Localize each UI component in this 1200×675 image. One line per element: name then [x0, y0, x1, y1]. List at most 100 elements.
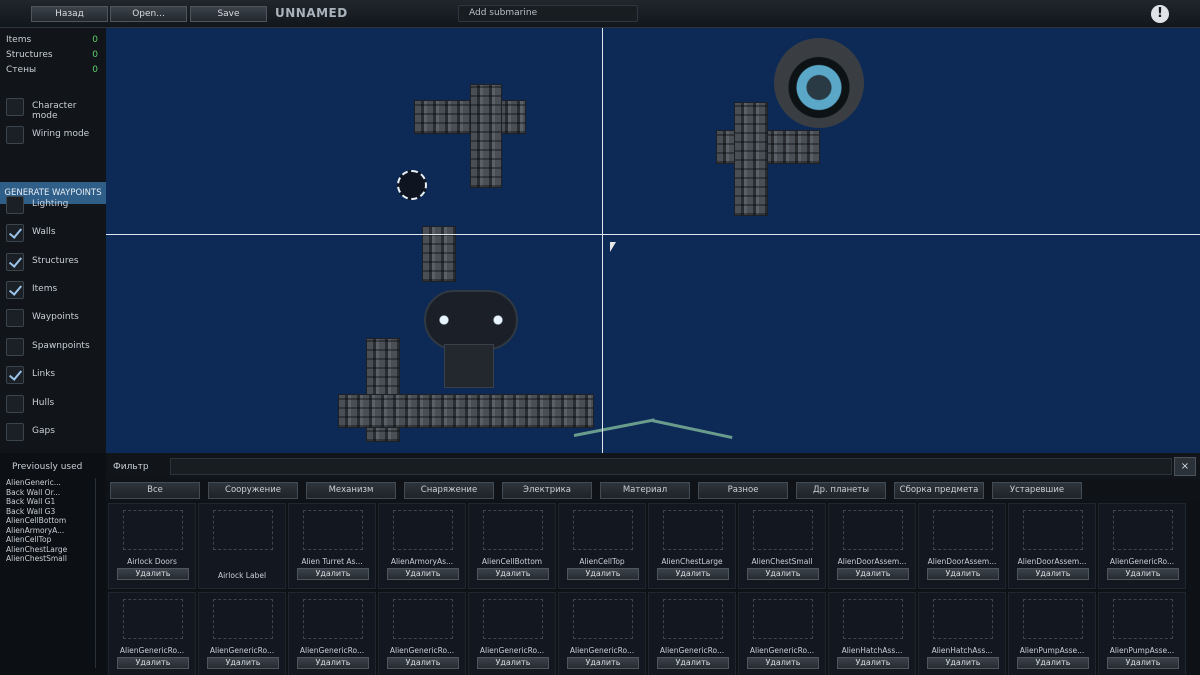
delete-button[interactable]: Удалить: [1107, 568, 1179, 580]
alien-machine[interactable]: [424, 290, 518, 350]
item-card[interactable]: AlienPumpAsse... Удалить: [1008, 592, 1096, 675]
wiring-mode-toggle[interactable]: Wiring mode: [6, 126, 104, 144]
structures-toggle[interactable]: Structures: [6, 253, 104, 271]
delete-button[interactable]: Удалить: [747, 657, 819, 669]
item-card[interactable]: AlienDoorAssem... Удалить: [918, 503, 1006, 589]
delete-button[interactable]: Удалить: [927, 568, 999, 580]
list-item[interactable]: AlienArmoryA...: [6, 526, 96, 536]
delete-button[interactable]: Удалить: [477, 657, 549, 669]
item-card[interactable]: AlienChestSmall Удалить: [738, 503, 826, 589]
waypoint-marker[interactable]: [397, 170, 427, 200]
delete-button[interactable]: Удалить: [1107, 657, 1179, 669]
delete-button[interactable]: Удалить: [567, 568, 639, 580]
editor-canvas[interactable]: [106, 28, 1200, 453]
tab-all[interactable]: Все: [110, 482, 200, 499]
gaps-checkbox[interactable]: [6, 423, 24, 441]
item-card[interactable]: AlienDoorAssem... Удалить: [828, 503, 916, 589]
clear-filter-button[interactable]: ×: [1174, 457, 1196, 476]
lighting-checkbox[interactable]: [6, 196, 24, 214]
item-card[interactable]: AlienGenericRo... Удалить: [558, 592, 646, 675]
wiring-mode-checkbox[interactable]: [6, 126, 24, 144]
links-checkbox[interactable]: [6, 366, 24, 384]
filter-input[interactable]: [170, 458, 1172, 475]
item-card[interactable]: AlienGenericRo... Удалить: [378, 592, 466, 675]
delete-button[interactable]: Удалить: [1017, 657, 1089, 669]
list-item[interactable]: Back Wall Or...: [6, 488, 96, 498]
structure-block[interactable]: [716, 130, 820, 164]
previously-used-scrollbar[interactable]: [95, 478, 103, 668]
tab-equipment[interactable]: Снаряжение: [404, 482, 494, 499]
waypoints-checkbox[interactable]: [6, 309, 24, 327]
structure-block[interactable]: [338, 394, 594, 428]
delete-button[interactable]: Удалить: [387, 568, 459, 580]
structure-block[interactable]: [734, 102, 768, 216]
item-card[interactable]: Airlock Doors Удалить: [108, 503, 196, 589]
tab-alien[interactable]: Др. планеты: [796, 482, 886, 499]
delete-button[interactable]: Удалить: [927, 657, 999, 669]
item-card[interactable]: AlienDoorAssem... Удалить: [1008, 503, 1096, 589]
item-card[interactable]: AlienGenericRo... Удалить: [738, 592, 826, 675]
items-toggle[interactable]: Items: [6, 281, 104, 299]
list-item[interactable]: AlienGeneric...: [6, 478, 96, 488]
delete-button[interactable]: Удалить: [747, 568, 819, 580]
alien-machine-base[interactable]: [444, 344, 494, 388]
tab-legacy[interactable]: Устаревшие: [992, 482, 1082, 499]
item-card[interactable]: AlienChestLarge Удалить: [648, 503, 736, 589]
delete-button[interactable]: Удалить: [1017, 568, 1089, 580]
spawnpoints-checkbox[interactable]: [6, 338, 24, 356]
list-item[interactable]: AlienChestSmall: [6, 554, 96, 564]
item-card[interactable]: AlienGenericRo... Удалить: [468, 592, 556, 675]
item-card[interactable]: AlienCellTop Удалить: [558, 503, 646, 589]
item-card[interactable]: AlienGenericRo... Удалить: [108, 592, 196, 675]
walls-checkbox[interactable]: [6, 224, 24, 242]
list-item[interactable]: AlienChestLarge: [6, 545, 96, 555]
structures-checkbox[interactable]: [6, 253, 24, 271]
delete-button[interactable]: Удалить: [567, 657, 639, 669]
tab-electrical[interactable]: Электрика: [502, 482, 592, 499]
delete-button[interactable]: Удалить: [837, 568, 909, 580]
item-card[interactable]: AlienArmoryAs... Удалить: [378, 503, 466, 589]
item-card[interactable]: AlienCellBottom Удалить: [468, 503, 556, 589]
tab-material[interactable]: Материал: [600, 482, 690, 499]
item-card[interactable]: AlienGenericRo... Удалить: [198, 592, 286, 675]
alert-icon[interactable]: !: [1151, 5, 1169, 23]
item-card[interactable]: AlienHatchAss... Удалить: [918, 592, 1006, 675]
spawnpoints-toggle[interactable]: Spawnpoints: [6, 338, 104, 356]
tab-misc[interactable]: Разное: [698, 482, 788, 499]
items-checkbox[interactable]: [6, 281, 24, 299]
links-toggle[interactable]: Links: [6, 366, 104, 384]
hulls-toggle[interactable]: Hulls: [6, 395, 104, 413]
add-submarine-field[interactable]: Add submarine: [458, 5, 638, 22]
delete-button[interactable]: Удалить: [657, 657, 729, 669]
delete-button[interactable]: Удалить: [387, 657, 459, 669]
item-card[interactable]: AlienGenericRo... Удалить: [1098, 503, 1186, 589]
delete-button[interactable]: Удалить: [837, 657, 909, 669]
item-card[interactable]: AlienGenericRo... Удалить: [288, 592, 376, 675]
tab-structure[interactable]: Сооружение: [208, 482, 298, 499]
gaps-toggle[interactable]: Gaps: [6, 423, 104, 441]
delete-button[interactable]: Удалить: [297, 568, 369, 580]
item-card[interactable]: AlienGenericRo... Удалить: [648, 592, 736, 675]
structure-block[interactable]: [470, 84, 502, 188]
item-card[interactable]: Alien Turret As... Удалить: [288, 503, 376, 589]
list-item[interactable]: AlienCellBottom: [6, 516, 96, 526]
list-item[interactable]: Back Wall G1: [6, 497, 96, 507]
item-card[interactable]: Airlock Label: [198, 503, 286, 589]
item-card[interactable]: AlienHatchAss... Удалить: [828, 592, 916, 675]
list-item[interactable]: Back Wall G3: [6, 507, 96, 517]
alien-orb-structure[interactable]: [774, 38, 864, 128]
delete-button[interactable]: Удалить: [297, 657, 369, 669]
character-mode-toggle[interactable]: Character mode: [6, 98, 104, 121]
open-button[interactable]: Open...: [110, 6, 187, 22]
save-button[interactable]: Save: [190, 6, 267, 22]
tab-machine[interactable]: Механизм: [306, 482, 396, 499]
delete-button[interactable]: Удалить: [117, 568, 189, 580]
character-mode-checkbox[interactable]: [6, 98, 24, 116]
delete-button[interactable]: Удалить: [117, 657, 189, 669]
waypoints-toggle[interactable]: Waypoints: [6, 309, 104, 327]
item-card[interactable]: AlienPumpAsse... Удалить: [1098, 592, 1186, 675]
back-button[interactable]: Назад: [31, 6, 108, 22]
delete-button[interactable]: Удалить: [657, 568, 729, 580]
tab-item-assembly[interactable]: Сборка предмета: [894, 482, 984, 499]
delete-button[interactable]: Удалить: [207, 657, 279, 669]
